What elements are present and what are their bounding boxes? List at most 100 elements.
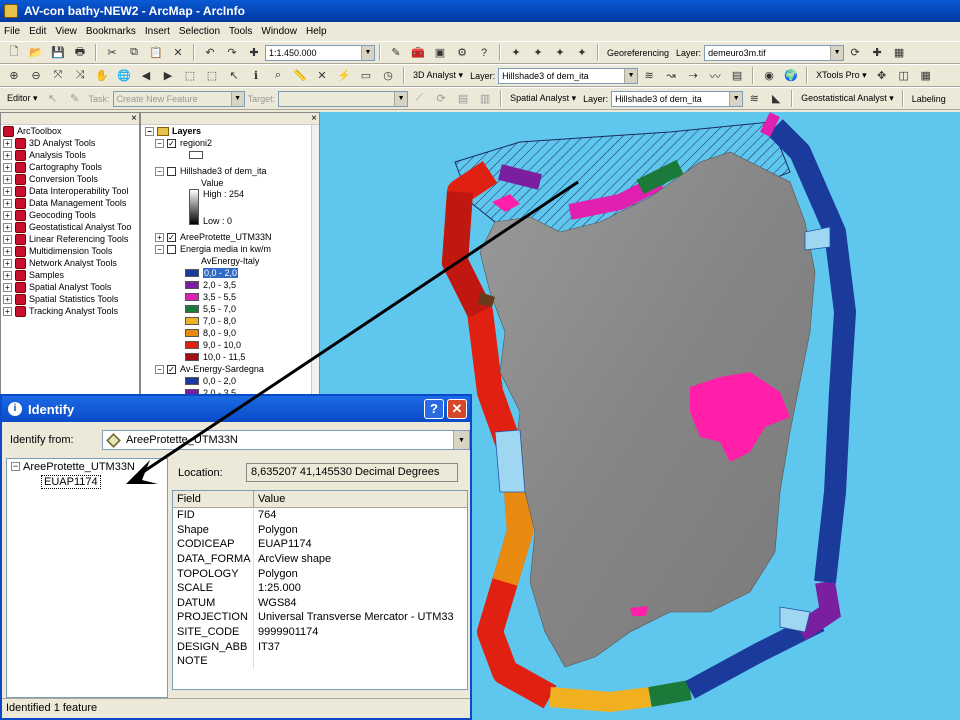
georef-tool-icon[interactable]: ✦ [574,45,590,61]
toc-layer-aree[interactable]: + ✓ AreeProtette_UTM33N [141,231,319,243]
expand-icon[interactable]: + [3,258,12,268]
toc-layer-av-sardegna[interactable]: − ✓ Av-Energy-Sardegna [141,363,319,375]
labeling-menu[interactable]: Labeling [912,94,946,104]
collapse-icon[interactable]: − [145,126,154,136]
editor-menu[interactable]: Editor ▾ [7,93,38,104]
toc-root[interactable]: − Layers [141,125,319,137]
arcglobe-icon[interactable]: 🌍 [783,68,799,84]
map-scale-combo[interactable]: 1:1.450.000 ▼ [265,44,375,61]
back-arrow-icon[interactable]: ◀ [138,68,154,84]
toolbox-root[interactable]: ArcToolbox [1,125,139,137]
toolbox-item[interactable]: + Network Analyst Tools [1,257,139,269]
expand-icon[interactable]: + [3,186,12,196]
georef-tool-icon[interactable]: ✦ [552,45,568,61]
print-icon[interactable]: 🖶 [72,45,88,61]
time-slider-icon[interactable]: ◷ [380,68,396,84]
chevron-down-icon[interactable]: ▼ [453,431,469,449]
table-row[interactable]: Shape Polygon [173,522,467,538]
menu-insert[interactable]: Insert [145,26,170,37]
xtools-icon[interactable]: ✥ [874,68,890,84]
toolbox-item[interactable]: + Samples [1,269,139,281]
cut-icon[interactable]: ✂ [104,45,120,61]
expand-icon[interactable]: + [3,150,12,160]
layer-checkbox-checked[interactable]: ✓ [167,232,176,242]
toolbox-item[interactable]: + Conversion Tools [1,173,139,185]
column-header-field[interactable]: Field [173,491,254,507]
column-header-value[interactable]: Value [254,491,467,507]
toolbox-item[interactable]: + Analysis Tools [1,149,139,161]
toolbox-item[interactable]: + Geocoding Tools [1,209,139,221]
add-control-points-icon[interactable]: ✚ [869,45,885,61]
steepest-path-icon[interactable]: ↝ [663,68,679,84]
collapse-icon[interactable]: − [11,462,20,471]
clear-selection-icon[interactable]: ⬚ [204,68,220,84]
toolbox-item[interactable]: + Multidimension Tools [1,245,139,257]
chevron-down-icon[interactable]: ▼ [729,91,743,106]
georef-tool-icon[interactable]: ✦ [530,45,546,61]
identify-from-combo[interactable]: AreeProtette_UTM33N ▼ [102,430,470,450]
menu-help[interactable]: Help [306,26,327,37]
menu-view[interactable]: View [55,26,77,37]
expand-icon[interactable]: + [3,306,12,316]
fixed-zoom-in-icon[interactable]: ⤧ [50,68,66,84]
whats-this-icon[interactable]: ? [476,45,492,61]
table-row[interactable]: DATA_FORMA ArcView shape [173,551,467,567]
table-row[interactable]: SITE_CODE 9999901174 [173,624,467,640]
redo-icon[interactable]: ↷ [224,45,240,61]
goto-xy-icon[interactable]: ✕ [314,68,330,84]
rotate-icon[interactable]: ⟳ [847,45,863,61]
edit-tool-icon[interactable]: ↖ [45,91,61,107]
forward-arrow-icon[interactable]: ▶ [160,68,176,84]
expand-icon[interactable]: + [3,198,12,208]
toolbox-item[interactable]: + Spatial Analyst Tools [1,281,139,293]
expand-icon[interactable]: + [3,270,12,280]
line-of-sight-icon[interactable]: ⇢ [685,68,701,84]
zoom-in-icon[interactable]: ⊕ [6,68,22,84]
undo-icon[interactable]: ↶ [202,45,218,61]
delete-icon[interactable]: ✕ [170,45,186,61]
contour-icon[interactable]: ≋ [641,68,657,84]
collapse-icon[interactable]: − [155,364,164,374]
html-popup-icon[interactable]: ▭ [358,68,374,84]
add-data-icon[interactable]: ✚ [246,45,262,61]
table-row[interactable]: DESIGN_ABB IT37 [173,639,467,654]
3d-analyst-menu[interactable]: 3D Analyst ▾ [413,70,463,81]
layer-checkbox-checked[interactable]: ✓ [167,364,176,374]
layer-checkbox-unchecked[interactable] [167,166,176,176]
toolbox-item[interactable]: + Spatial Statistics Tools [1,293,139,305]
chevron-down-icon[interactable]: ▼ [830,45,844,60]
help-button[interactable]: ? [424,399,444,419]
select-pointer-icon[interactable]: ↖ [226,68,242,84]
expand-icon[interactable]: + [3,234,12,244]
save-icon[interactable]: 💾 [50,45,66,61]
expand-icon[interactable]: + [3,138,12,148]
split-tool-icon[interactable]: ⟋ [411,91,427,107]
georeferencing-menu[interactable]: Georeferencing [607,48,669,58]
expand-icon[interactable]: + [3,174,12,184]
layer-checkbox-checked[interactable]: ✓ [167,138,176,148]
menu-file[interactable]: File [4,26,20,37]
arctoolbox-icon[interactable]: 🧰 [410,45,426,61]
collapse-icon[interactable]: − [155,244,164,254]
table-row[interactable]: NOTE [173,653,467,669]
new-document-icon[interactable]: 🗋 [6,45,22,61]
table-row[interactable]: TOPOLOGY Polygon [173,566,467,581]
full-extent-icon[interactable]: 🌐 [116,68,132,84]
menu-tools[interactable]: Tools [229,26,252,37]
toolbox-item[interactable]: + Tracking Analyst Tools [1,305,139,317]
table-row[interactable]: PROJECTION Universal Transverse Mercator … [173,610,467,625]
editor-toolbar-icon[interactable]: ✎ [388,45,404,61]
profile-graph-icon[interactable]: ▤ [729,68,745,84]
collapse-icon[interactable]: − [155,138,164,148]
toc-layer-hillshade[interactable]: − Hillshade3 of dem_ita [141,165,319,177]
histogram-icon[interactable]: ◣ [768,91,784,107]
table-row[interactable]: SCALE 1:25.000 [173,580,467,596]
chevron-down-icon[interactable]: ▼ [230,91,244,106]
xtools-icon[interactable]: ▦ [918,68,934,84]
close-icon[interactable]: × [311,113,317,124]
toolbox-item[interactable]: +3D Analyst Tools [1,137,139,149]
menu-window[interactable]: Window [261,26,297,37]
toolbox-item[interactable]: + Data Interoperability Tool [1,185,139,197]
expand-icon[interactable]: + [3,162,12,172]
chevron-down-icon[interactable]: ▼ [624,68,638,83]
